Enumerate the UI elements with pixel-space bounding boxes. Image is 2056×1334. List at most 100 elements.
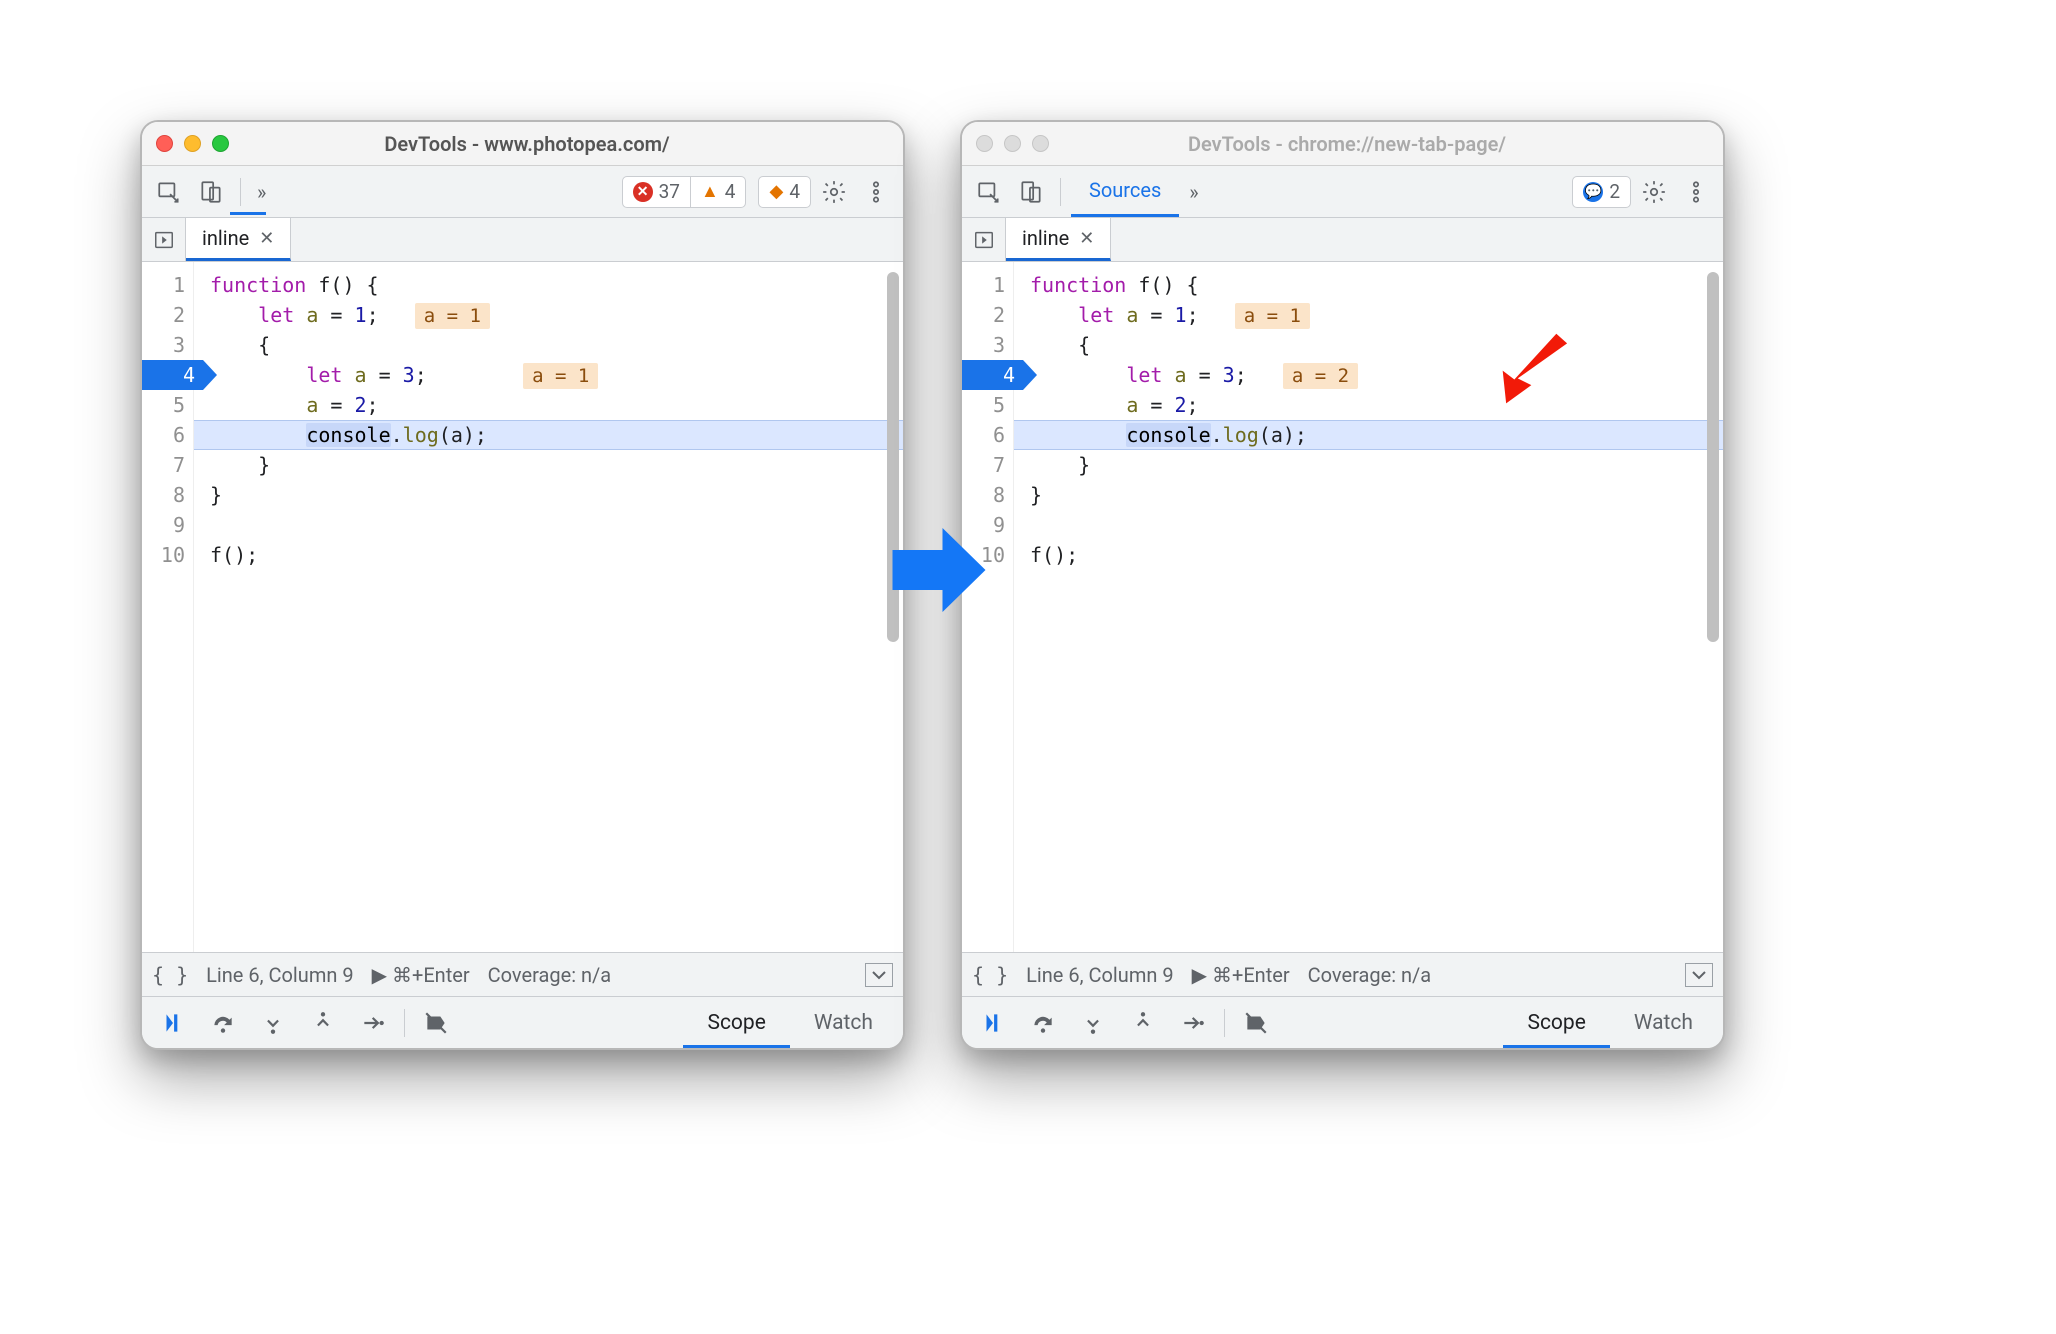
- token-console: console: [306, 423, 390, 447]
- line-gutter[interactable]: 123 4 4 5678910: [142, 262, 194, 952]
- device-toolbar-icon[interactable]: [1012, 173, 1050, 211]
- run-icon[interactable]: ▶: [1192, 963, 1207, 987]
- file-tab-inline[interactable]: inline ✕: [1006, 218, 1111, 261]
- tabs-overflow-button[interactable]: »: [257, 180, 262, 204]
- navigator-toggle-icon[interactable]: [142, 218, 186, 261]
- step-out-button[interactable]: [1118, 1001, 1168, 1045]
- separator: [404, 1009, 405, 1037]
- traffic-lights: [156, 135, 229, 152]
- pretty-print-button[interactable]: { }: [152, 963, 188, 987]
- collapse-panel-icon[interactable]: [1685, 963, 1713, 987]
- deactivate-breakpoints-button[interactable]: [1231, 1001, 1281, 1045]
- scope-tab[interactable]: Scope: [683, 997, 789, 1048]
- debugger-toolbar: Scope Watch: [142, 996, 903, 1048]
- scope-tab[interactable]: Scope: [1503, 997, 1609, 1048]
- step-into-button[interactable]: [1068, 1001, 1118, 1045]
- traffic-lights: [976, 135, 1049, 152]
- editor-statusbar: { } Line 6, Column 9 ▶ ⌘+Enter Coverage:…: [142, 952, 903, 996]
- main-toolbar: Sources » 💬2: [962, 166, 1723, 218]
- errors-count: 37: [659, 180, 680, 203]
- titlebar: DevTools - www.photopea.com/: [142, 122, 903, 166]
- window-title: DevTools - www.photopea.com/: [252, 132, 802, 156]
- annotation-arrow-icon: [1482, 330, 1572, 410]
- token-console: console: [1126, 423, 1210, 447]
- step-button[interactable]: [348, 1001, 398, 1045]
- warnings-count: 4: [725, 180, 736, 203]
- navigator-toggle-icon[interactable]: [962, 218, 1006, 261]
- call-f: f();: [210, 543, 258, 567]
- tabs-overflow-button[interactable]: »: [1189, 180, 1194, 204]
- settings-gear-icon[interactable]: [1635, 173, 1673, 211]
- zoom-window-button[interactable]: [212, 135, 229, 152]
- keyword-let: let: [258, 303, 294, 327]
- call-args: (a);: [439, 423, 487, 447]
- resume-button[interactable]: [968, 1001, 1018, 1045]
- settings-gear-icon[interactable]: [815, 173, 853, 211]
- step-button[interactable]: [1168, 1001, 1218, 1045]
- step-out-button[interactable]: [298, 1001, 348, 1045]
- warnings-pill[interactable]: ▲4: [690, 176, 747, 208]
- close-window-button[interactable]: [976, 135, 993, 152]
- minimize-window-button[interactable]: [184, 135, 201, 152]
- main-toolbar: » ✕37 ▲4 ◆4: [142, 166, 903, 218]
- debugger-toolbar: Scope Watch: [962, 996, 1723, 1048]
- minimize-window-button[interactable]: [1004, 135, 1021, 152]
- inline-value-line2: a = 1: [1235, 303, 1310, 329]
- collapse-panel-icon[interactable]: [865, 963, 893, 987]
- deactivate-breakpoints-button[interactable]: [411, 1001, 461, 1045]
- titlebar: DevTools - chrome://new-tab-page/: [962, 122, 1723, 166]
- messages-pill[interactable]: 💬2: [1572, 176, 1631, 208]
- file-tab-inline[interactable]: inline ✕: [186, 218, 291, 261]
- resume-button[interactable]: [148, 1001, 198, 1045]
- call-f: f();: [1030, 543, 1078, 567]
- run-icon[interactable]: ▶: [372, 963, 387, 987]
- devtools-window-left: DevTools - www.photopea.com/ » ✕37 ▲4 ◆4: [140, 120, 905, 1050]
- literal-1: 1: [355, 303, 367, 327]
- close-window-button[interactable]: [156, 135, 173, 152]
- function-name: f: [1138, 273, 1150, 297]
- file-tab-label: inline: [202, 226, 249, 250]
- token-log: log: [403, 423, 439, 447]
- code-editor[interactable]: 123 4 4 5678910 function f() { let a = 1…: [142, 262, 903, 952]
- devtools-window-right: DevTools - chrome://new-tab-page/ Source…: [960, 120, 1725, 1050]
- separator: [1224, 1009, 1225, 1037]
- var-a: a: [306, 303, 318, 327]
- keyword-let: let: [306, 363, 342, 387]
- pretty-print-button[interactable]: { }: [972, 963, 1008, 987]
- inspect-element-icon[interactable]: [970, 173, 1008, 211]
- close-tab-icon[interactable]: ✕: [1079, 228, 1094, 249]
- errors-pill[interactable]: ✕37: [622, 176, 691, 208]
- literal-2: 2: [1175, 393, 1187, 417]
- close-tab-icon[interactable]: ✕: [259, 228, 274, 249]
- run-shortcut: ⌘+Enter: [392, 963, 470, 987]
- sources-tab[interactable]: Sources: [1071, 166, 1179, 217]
- zoom-window-button[interactable]: [1032, 135, 1049, 152]
- messages-count: 2: [1609, 180, 1620, 203]
- issues-pill[interactable]: ◆4: [758, 176, 811, 208]
- keyword-function: function: [210, 273, 306, 297]
- step-into-button[interactable]: [248, 1001, 298, 1045]
- function-name: f: [318, 273, 330, 297]
- watch-tab[interactable]: Watch: [790, 997, 897, 1048]
- var-a: a: [1126, 393, 1138, 417]
- separator: [1060, 178, 1061, 206]
- editor-statusbar: { } Line 6, Column 9 ▶ ⌘+Enter Coverage:…: [962, 952, 1723, 996]
- var-a: a: [355, 363, 367, 387]
- coverage-label: Coverage: n/a: [488, 963, 612, 987]
- code-editor[interactable]: 123 4 4 5678910 function f() { let a = 1…: [962, 262, 1723, 952]
- keyword-let: let: [1126, 363, 1162, 387]
- literal-3: 3: [403, 363, 415, 387]
- step-over-button[interactable]: [198, 1001, 248, 1045]
- keyword-function: function: [1030, 273, 1126, 297]
- literal-2: 2: [355, 393, 367, 417]
- more-menu-icon[interactable]: [1677, 173, 1715, 211]
- inspect-element-icon[interactable]: [150, 173, 188, 211]
- literal-3: 3: [1223, 363, 1235, 387]
- watch-tab[interactable]: Watch: [1610, 997, 1717, 1048]
- inline-value-line4: a = 2: [1283, 363, 1358, 389]
- step-over-button[interactable]: [1018, 1001, 1068, 1045]
- more-menu-icon[interactable]: [857, 173, 895, 211]
- console-status-group[interactable]: ✕37 ▲4: [622, 176, 747, 208]
- keyword-let: let: [1078, 303, 1114, 327]
- device-toolbar-icon[interactable]: [192, 173, 230, 211]
